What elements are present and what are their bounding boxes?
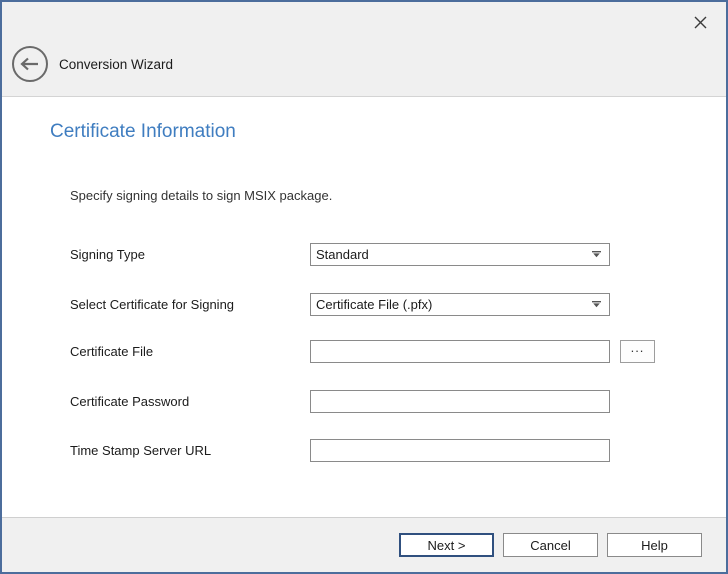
certificate-file-input[interactable]: [310, 340, 610, 363]
chevron-down-icon: [592, 301, 601, 308]
certificate-source-row: Select Certificate for Signing Certifica…: [2, 293, 726, 316]
certificate-source-value: Certificate File (.pfx): [316, 297, 432, 312]
conversion-wizard-dialog: Conversion Wizard Certificate Informatio…: [0, 0, 728, 574]
help-button[interactable]: Help: [607, 533, 702, 557]
certificate-file-row: Certificate File ...: [2, 340, 726, 363]
certificate-password-row: Certificate Password: [2, 390, 726, 413]
close-button[interactable]: [688, 10, 712, 34]
timestamp-url-row: Time Stamp Server URL: [2, 439, 726, 462]
signing-type-value: Standard: [316, 247, 369, 262]
certificate-password-input[interactable]: [310, 390, 610, 413]
certificate-password-label: Certificate Password: [70, 390, 189, 413]
back-arrow-icon: [20, 57, 40, 71]
page-description: Specify signing details to sign MSIX pac…: [70, 188, 332, 203]
certificate-source-dropdown[interactable]: Certificate File (.pfx): [310, 293, 610, 316]
certificate-source-label: Select Certificate for Signing: [70, 293, 234, 316]
page-title: Certificate Information: [50, 121, 236, 143]
wizard-header: Conversion Wizard: [2, 2, 726, 97]
next-button[interactable]: Next >: [399, 533, 494, 557]
cancel-button[interactable]: Cancel: [503, 533, 598, 557]
signing-type-dropdown[interactable]: Standard: [310, 243, 610, 266]
browse-button[interactable]: ...: [620, 340, 655, 363]
wizard-title: Conversion Wizard: [59, 48, 173, 80]
back-button[interactable]: [12, 46, 48, 82]
signing-type-label: Signing Type: [70, 243, 145, 266]
signing-type-row: Signing Type Standard: [2, 243, 726, 266]
close-icon: [693, 15, 708, 30]
wizard-footer: Next > Cancel Help: [2, 517, 726, 572]
timestamp-url-input[interactable]: [310, 439, 610, 462]
chevron-down-icon: [592, 251, 601, 258]
timestamp-url-label: Time Stamp Server URL: [70, 439, 211, 462]
certificate-file-label: Certificate File: [70, 340, 153, 363]
